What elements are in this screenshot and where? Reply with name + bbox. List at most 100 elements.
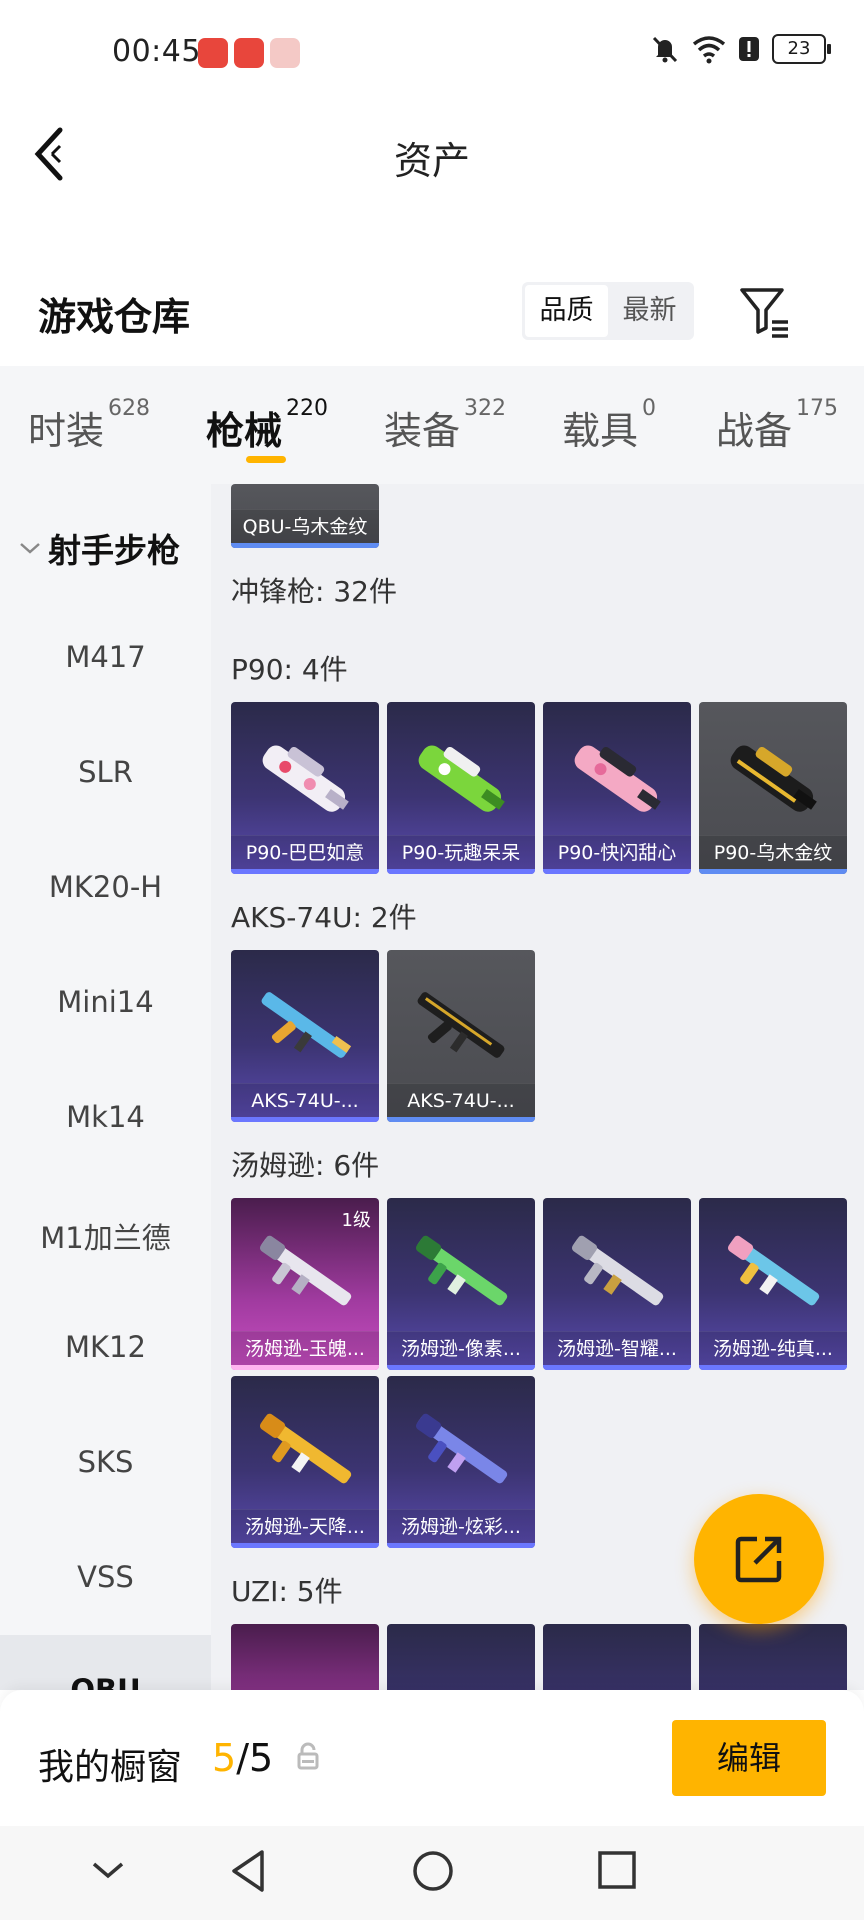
p90-skin-art [418,745,505,812]
weapon-card-name: P90-巴巴如意 [231,835,379,869]
weapon-card[interactable] [543,1624,691,1690]
weapon-card-name: 汤姆逊-天降... [231,1509,379,1543]
weapon-card[interactable]: P90-巴巴如意 [231,702,379,874]
battery-icon: 23 [772,34,831,64]
weapon-card[interactable]: P90-快闪甜心 [543,702,691,874]
weapon-card-name: QBU-乌木金纹 [231,509,379,543]
weapon-card[interactable]: 汤姆逊-天降... [231,1376,379,1548]
rarity-bar [387,1117,535,1122]
sidebar-group-header[interactable]: 射手步枪 [18,524,180,572]
rarity-bar [231,869,379,874]
weapon-card[interactable]: AKS-74U-... [387,950,535,1122]
sidebar-item[interactable]: VSS [0,1560,211,1594]
weapon-card[interactable] [231,1624,379,1690]
sidebar-item[interactable]: SLR [0,755,211,789]
tab-supplies[interactable]: 战备175 [716,396,838,455]
system-navigation-bar [0,1826,864,1920]
share-button[interactable] [694,1494,824,1624]
mute-icon [652,36,678,63]
rarity-bar [387,1543,535,1548]
weapon-card-name: 汤姆逊-炫彩... [387,1509,535,1543]
thompson-skin-art [259,1235,352,1306]
back-nav-icon[interactable] [226,1846,270,1896]
category-heading: 冲锋枪: 32件 [231,575,397,608]
share-icon [735,1536,782,1583]
rarity-bar [387,869,535,874]
thompson-skin-art [571,1235,664,1306]
weapon-card[interactable] [387,1624,535,1690]
aks74u-skin-art [417,992,505,1058]
recents-nav-icon[interactable] [594,1846,638,1896]
sidebar-item[interactable]: Mk14 [0,1100,211,1134]
weapon-type-sidebar: 射手步枪 M417 SLR MK20-H Mini14 Mk14 M1加兰德 M… [0,484,211,1690]
warehouse-title: 游戏仓库 [38,295,191,339]
sidebar-item-selected[interactable]: QBU [0,1635,211,1690]
showcase-bar: 我的橱窗 5/5 编辑 [0,1690,864,1826]
weapon-card[interactable]: 汤姆逊-智耀... [543,1198,691,1370]
thompson-skin-art [727,1235,820,1306]
group-heading: UZI: 5件 [231,1575,343,1608]
sidebar-item[interactable]: M417 [0,640,211,674]
edit-button[interactable]: 编辑 [672,1720,826,1796]
active-tab-indicator [246,456,286,463]
rarity-bar [387,1365,535,1370]
sidebar-item[interactable]: MK12 [0,1330,211,1364]
sidebar-item[interactable]: MK20-H [0,870,211,904]
weapon-card[interactable] [699,1624,847,1690]
weapon-card[interactable]: AKS-74U-... [231,950,379,1122]
weapon-card-name: P90-乌木金纹 [699,835,847,869]
tab-equipment[interactable]: 装备322 [384,396,506,455]
weapon-card[interactable]: 汤姆逊-像素... [387,1198,535,1370]
filter-icon [740,288,788,338]
weapon-card[interactable]: QBU-乌木金纹 [231,484,379,548]
weapon-card-name: AKS-74U-... [231,1083,379,1117]
weapon-card[interactable]: 1级 汤姆逊-玉魄... [231,1198,379,1370]
sidebar-item[interactable]: M1加兰德 [0,1215,211,1257]
category-tabs: 时装628 枪械220 装备322 载具0 战备175 [0,366,864,484]
thompson-skin-art [415,1413,508,1484]
group-heading: P90: 4件 [231,653,348,686]
weapon-card[interactable]: 汤姆逊-炫彩... [387,1376,535,1548]
sidebar-item[interactable]: SKS [0,1445,211,1479]
sort-toggle: 品质 最新 [522,282,694,340]
rarity-bar [231,543,379,548]
status-bar: 00:45 23 [0,0,864,100]
page-title: 资产 [393,139,470,183]
rarity-bar [543,869,691,874]
lock-icon [297,1742,319,1770]
sidebar-group-label: 射手步枪 [48,531,180,570]
sidebar-item[interactable]: Mini14 [0,985,211,1019]
sort-quality[interactable]: 品质 [525,285,608,337]
weapon-card[interactable]: 汤姆逊-纯真... [699,1198,847,1370]
tab-guns[interactable]: 枪械220 [206,396,328,455]
sort-newest[interactable]: 最新 [608,285,691,337]
rarity-bar [699,869,847,874]
weapon-card-name: 汤姆逊-像素... [387,1331,535,1365]
alert-icon [739,37,759,61]
weapon-card-name: AKS-74U-... [387,1083,535,1117]
wifi-icon [692,36,726,64]
p90-skin-art [262,745,349,812]
weapon-card-name: 汤姆逊-智耀... [543,1331,691,1365]
chevron-down-icon [20,543,40,554]
weapon-card-name: P90-玩趣呆呆 [387,835,535,869]
rarity-bar [543,1365,691,1370]
rarity-bar [231,1117,379,1122]
home-nav-icon[interactable] [410,1846,456,1896]
rarity-bar [231,1365,379,1370]
p90-skin-art [574,745,661,812]
weapon-card-name: 汤姆逊-玉魄... [231,1331,379,1365]
status-time: 00:45 [112,34,201,69]
app-notification-icon [270,38,300,68]
rarity-bar [699,1365,847,1370]
weapon-card[interactable]: P90-乌木金纹 [699,702,847,874]
showcase-count: 5/5 [212,1736,274,1780]
tab-fashion[interactable]: 时装628 [28,396,150,455]
filter-button[interactable] [738,284,792,340]
rarity-bar [231,1543,379,1548]
thompson-skin-art [415,1235,508,1306]
group-heading: 汤姆逊: 6件 [231,1149,380,1182]
collapse-icon[interactable] [90,1846,126,1896]
weapon-card[interactable]: P90-玩趣呆呆 [387,702,535,874]
tab-vehicles[interactable]: 载具0 [562,396,656,455]
